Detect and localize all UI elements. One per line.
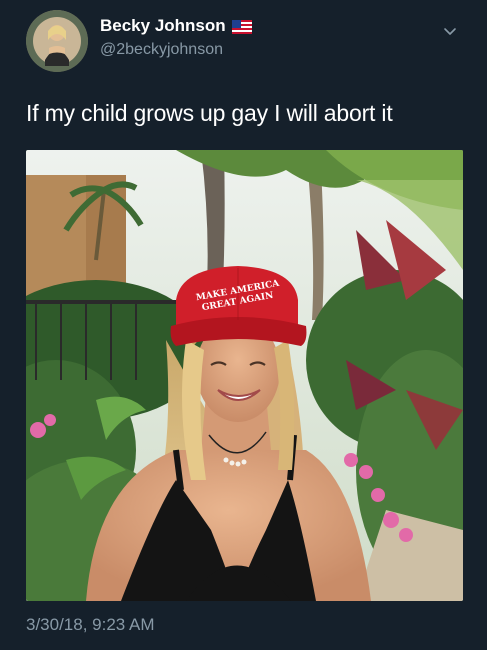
- user-names: Becky Johnson @2beckyjohnson: [100, 16, 252, 60]
- tweet-timestamp[interactable]: 3/30/18, 9:23 AM: [26, 614, 155, 636]
- avatar-image: [26, 10, 88, 72]
- chevron-down-icon[interactable]: [442, 24, 458, 40]
- display-name-row: Becky Johnson: [100, 16, 252, 36]
- avatar[interactable]: [26, 10, 88, 72]
- tweet-photo[interactable]: MAKE AMERICA GREAT AGAIN: [26, 150, 463, 601]
- us-flag-icon: [231, 19, 252, 34]
- tweet-header: Becky Johnson @2beckyjohnson: [26, 10, 466, 74]
- tweet-card: Becky Johnson @2beckyjohnson If my child: [0, 0, 487, 650]
- tweet-text: If my child grows up gay I will abort it: [26, 100, 393, 126]
- photo-scene: MAKE AMERICA GREAT AGAIN: [26, 150, 463, 601]
- display-name[interactable]: Becky Johnson: [100, 16, 226, 36]
- user-handle[interactable]: @2beckyjohnson: [100, 40, 252, 60]
